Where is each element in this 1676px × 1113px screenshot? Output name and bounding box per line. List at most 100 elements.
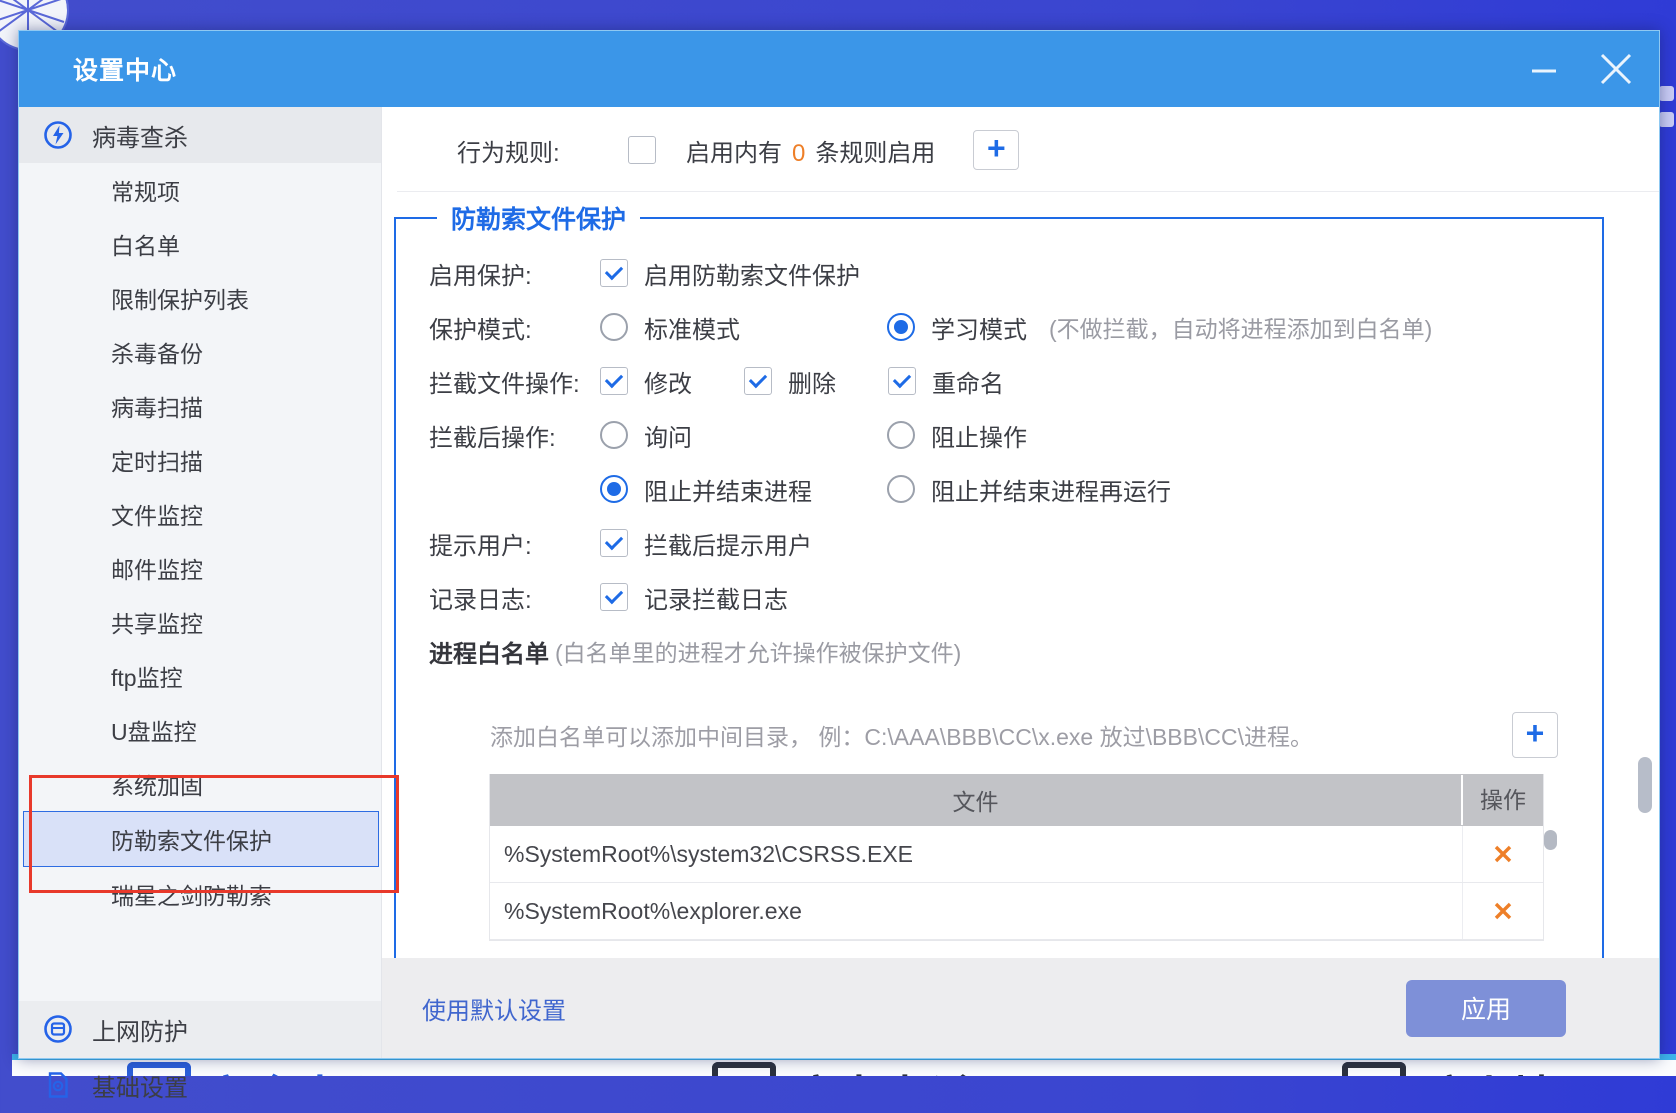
web-protection-icon xyxy=(44,1015,72,1043)
sidebar-item-anti-ransomware-file-protection[interactable]: 防勒索文件保护 xyxy=(23,811,379,867)
block-operation-radio[interactable] xyxy=(887,421,915,449)
delete-checkbox[interactable] xyxy=(744,367,772,395)
whitelist-table-header: 文件 操作 xyxy=(490,774,1543,826)
behavior-rules-checkbox[interactable] xyxy=(628,136,656,164)
virus-scan-icon xyxy=(44,121,72,149)
delete-whitelist-entry-button[interactable] xyxy=(1462,826,1543,882)
block-kill-then-run-radio[interactable] xyxy=(887,475,915,503)
after-intercept-label: 拦截后操作: xyxy=(429,424,556,452)
firewall-icon xyxy=(1342,1062,1406,1076)
panel-scrollbar-thumb[interactable] xyxy=(1638,757,1652,813)
protection-mode-row: 保护模式: 标准模式 学习模式 (不做拦截，自动将进程添加到白名单) xyxy=(429,300,1602,354)
rename-text: 重命名 xyxy=(932,370,1004,398)
log-row: 记录日志: 记录拦截日志 xyxy=(429,570,1602,624)
settings-window: 设置中心 病毒查杀 常规项 白名单 限制保护列表 杀毒备份 病毒扫描 定时扫描 … xyxy=(18,30,1660,1102)
minimize-button[interactable] xyxy=(1525,50,1563,88)
intercept-file-ops-label: 拦截文件操作: xyxy=(429,370,580,398)
after-intercept-row-2: 阻止并结束进程 阻止并结束进程再运行 xyxy=(429,462,1602,516)
delete-text: 删除 xyxy=(788,370,836,398)
sidebar-item-restricted-protection-list[interactable]: 限制保护列表 xyxy=(19,271,381,325)
fieldset-legend: 防勒索文件保护 xyxy=(451,206,627,234)
ask-radio[interactable] xyxy=(600,421,628,449)
add-behavior-rule-button[interactable]: + xyxy=(973,130,1020,170)
sidebar: 病毒查杀 常规项 白名单 限制保护列表 杀毒备份 病毒扫描 定时扫描 文件监控 … xyxy=(19,107,399,1102)
background-nav-firewall[interactable]: 防火墙 xyxy=(1342,1062,1558,1076)
sidebar-item-virus-scanning[interactable]: 病毒扫描 xyxy=(19,379,381,433)
block-kill-then-run-text: 阻止并结束进程再运行 xyxy=(931,478,1171,506)
after-intercept-row-1: 拦截后操作: 询问 阻止操作 xyxy=(429,408,1602,462)
close-button[interactable] xyxy=(1597,50,1635,88)
background-edge-icon xyxy=(1659,112,1674,127)
process-whitelist-note: (白名单里的进程才允许操作被保护文件) xyxy=(555,640,962,666)
table-scrollbar-thumb[interactable] xyxy=(1544,830,1557,850)
main-panel: 行为规则: 启用内有 0 条规则启用 + 防勒索文件保护 启用保护: 启用防勒索文件… xyxy=(382,107,1659,1058)
sidebar-item-system-hardening[interactable]: 系统加固 xyxy=(19,757,381,811)
modify-text: 修改 xyxy=(644,370,692,398)
standard-mode-text: 标准模式 xyxy=(644,316,740,344)
anti-ransomware-fieldset: 防勒索文件保护 启用保护: 启用防勒索文件保护 保护模式: 标准模式 学习模式 … xyxy=(394,200,1604,958)
notify-user-label: 提示用户: xyxy=(429,532,532,560)
sidebar-item-general[interactable]: 常规项 xyxy=(19,163,381,217)
background-nav-label: 防火墙 xyxy=(1420,1062,1558,1076)
intercept-file-ops-row: 拦截文件操作: 修改 删除 重命名 xyxy=(429,354,1602,408)
use-default-settings-link[interactable]: 使用默认设置 xyxy=(422,991,566,1026)
learning-mode-note: (不做拦截，自动将进程添加到白名单) xyxy=(1049,316,1433,342)
behavior-rules-text: 启用内有 0 条规则启用 xyxy=(686,139,936,167)
notify-user-checkbox[interactable] xyxy=(600,529,628,557)
section-divider xyxy=(397,191,1659,192)
action-column-header: 操作 xyxy=(1461,775,1543,825)
sidebar-item-virus-scan[interactable]: 病毒查杀 xyxy=(19,107,381,163)
modify-checkbox[interactable] xyxy=(600,367,628,395)
minimize-icon xyxy=(1532,69,1556,73)
titlebar[interactable]: 设置中心 xyxy=(19,31,1659,107)
behavior-rules-row: 行为规则: 启用内有 0 条规则启用 + xyxy=(457,121,1619,179)
learning-mode-radio[interactable] xyxy=(887,313,915,341)
log-checkbox[interactable] xyxy=(600,583,628,611)
process-whitelist-title-row: 进程白名单 (白名单里的进程才允许操作被保护文件) xyxy=(429,624,1602,678)
ask-text: 询问 xyxy=(644,424,692,452)
rename-checkbox[interactable] xyxy=(888,367,916,395)
background-edge-icon xyxy=(1659,86,1674,101)
delete-whitelist-entry-button[interactable] xyxy=(1462,883,1543,939)
behavior-rules-label: 行为规则: xyxy=(457,139,560,167)
sidebar-item-antivirus-backup[interactable]: 杀毒备份 xyxy=(19,325,381,379)
sidebar-item-label: 基础设置 xyxy=(92,1074,188,1102)
enable-protection-row: 启用保护: 启用防勒索文件保护 xyxy=(429,246,1602,300)
table-row: %SystemRoot%\explorer.exe xyxy=(490,883,1543,940)
enable-protection-label: 启用保护: xyxy=(429,262,532,290)
sidebar-item-usb-monitor[interactable]: U盘监控 xyxy=(19,703,381,757)
sidebar-item-scheduled-scan[interactable]: 定时扫描 xyxy=(19,433,381,487)
whitelist-table: 文件 操作 %SystemRoot%\system32\CSRSS.EXE %S… xyxy=(489,774,1557,941)
enable-protection-checkbox[interactable] xyxy=(600,259,628,287)
sidebar-item-web-protection[interactable]: 上网防护 xyxy=(19,1001,381,1057)
standard-mode-radio[interactable] xyxy=(600,313,628,341)
add-whitelist-button[interactable]: + xyxy=(1512,712,1558,758)
sidebar-item-label: 上网防护 xyxy=(92,1018,188,1046)
file-column-header: 文件 xyxy=(952,789,999,815)
sidebar-item-mail-monitor[interactable]: 邮件监控 xyxy=(19,541,381,595)
virus-scan-nav-icon xyxy=(712,1062,776,1076)
background-nav-virus-scan[interactable]: 病毒查杀 xyxy=(712,1062,974,1076)
sidebar-item-basic-settings[interactable]: 基础设置 xyxy=(19,1057,381,1113)
sidebar-item-whitelist[interactable]: 白名单 xyxy=(19,217,381,271)
block-operation-text: 阻止操作 xyxy=(931,424,1027,452)
whitelist-file-path: %SystemRoot%\system32\CSRSS.EXE xyxy=(504,840,914,867)
sidebar-item-file-monitor[interactable]: 文件监控 xyxy=(19,487,381,541)
whitelist-file-path: %SystemRoot%\explorer.exe xyxy=(504,897,802,924)
whitelist-hint-text: 添加白名单可以添加中间目录， 例：C:\AAA\BBB\CC\x.exe 放过\… xyxy=(490,724,1313,750)
log-label: 记录日志: xyxy=(429,586,532,614)
settings-content: 行为规则: 启用内有 0 条规则启用 + 防勒索文件保护 启用保护: 启用防勒索文件… xyxy=(382,107,1659,958)
sidebar-item-ftp-monitor[interactable]: ftp监控 xyxy=(19,649,381,703)
sidebar-item-label: 病毒查杀 xyxy=(92,124,188,152)
log-text: 记录拦截日志 xyxy=(644,586,788,614)
block-and-kill-process-radio[interactable] xyxy=(600,475,628,503)
notify-user-row: 提示用户: 拦截后提示用户 xyxy=(429,516,1602,570)
sidebar-item-rising-sword-anti-ransomware[interactable]: 瑞星之剑防勒索 xyxy=(19,867,381,921)
learning-mode-text: 学习模式 xyxy=(931,316,1027,344)
sidebar-bottom-sections: 上网防护 基础设置 xyxy=(19,1001,381,1102)
block-and-kill-process-text: 阻止并结束进程 xyxy=(644,478,812,506)
sidebar-item-share-monitor[interactable]: 共享监控 xyxy=(19,595,381,649)
notify-user-text: 拦截后提示用户 xyxy=(644,532,812,560)
close-icon xyxy=(1600,53,1632,85)
apply-button[interactable]: 应用 xyxy=(1406,979,1566,1037)
